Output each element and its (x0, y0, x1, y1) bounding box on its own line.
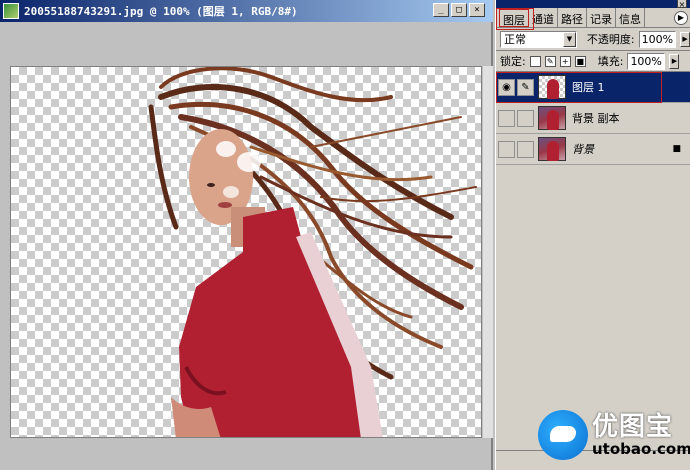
image-file-icon (3, 3, 19, 19)
eye-icon[interactable]: ◉ (498, 78, 515, 96)
watermark-cn: 优图宝 (592, 412, 674, 442)
link-toggle[interactable] (517, 109, 534, 127)
panel-menu-arrow-icon[interactable]: ▶ (674, 11, 688, 25)
link-toggle[interactable] (517, 140, 534, 158)
opacity-label: 不透明度: (586, 33, 635, 46)
layer-thumbnail (538, 106, 566, 130)
blend-mode-select[interactable]: 正常 ▼ (500, 30, 577, 48)
fill-input[interactable]: 100% (627, 52, 666, 70)
layer-thumbnail (538, 75, 566, 99)
document-window: 20055188743291.jpg @ 100% (图层 1, RGB/8#)… (0, 0, 493, 470)
layer-row-1[interactable]: ◉ ✎ 图层 1 (496, 72, 690, 103)
lock-icon: ■ (672, 144, 681, 154)
padlock-icon[interactable]: ■ (574, 55, 586, 67)
panel-close-button[interactable]: × (677, 0, 687, 9)
chevron-down-icon[interactable]: ▼ (562, 31, 576, 47)
watermark-text: 优图宝 utobao.com (592, 413, 690, 457)
minimize-button[interactable]: _ (433, 3, 449, 17)
panel-tabs: 图层 通道 路径 记录 信息 ▶ (496, 8, 690, 28)
layer-name: 图层 1 (572, 81, 605, 94)
transparency-lock-icon[interactable] (529, 55, 541, 67)
tab-layers[interactable]: 图层 (499, 9, 529, 27)
opacity-input[interactable]: 100% (638, 30, 677, 48)
layer-row-background[interactable]: 背景 ■ (496, 134, 690, 165)
close-button[interactable]: × (469, 3, 485, 17)
fill-label: 填充: (597, 55, 624, 68)
tab-info[interactable]: 信息 (616, 8, 645, 27)
document-titlebar[interactable]: 20055188743291.jpg @ 100% (图层 1, RGB/8#)… (0, 0, 493, 22)
lock-fill-row: 锁定: ✎ + ■ 填充: 100% ▶ (496, 50, 690, 72)
layers-list: ◉ ✎ 图层 1 背景 副本 背景 ■ (496, 72, 690, 450)
lock-label: 锁定: (500, 55, 526, 68)
maximize-button[interactable]: □ (451, 3, 467, 17)
watermark-url: utobao.com (592, 440, 690, 458)
layer-name: 背景 (572, 143, 594, 156)
layer-name: 背景 副本 (572, 112, 620, 125)
visibility-toggle[interactable] (498, 109, 515, 127)
opacity-slider-arrow-icon[interactable]: ▶ (680, 31, 690, 47)
visibility-toggle[interactable] (498, 140, 515, 158)
red-sweater (171, 207, 383, 437)
watermark: 优图宝 utobao.com (538, 410, 690, 460)
layer-thumbnail (538, 137, 566, 161)
tab-channels[interactable]: 通道 (529, 8, 558, 27)
tab-history[interactable]: 记录 (587, 8, 616, 27)
bird-logo-icon (538, 410, 588, 460)
window-controls: _ □ × (433, 3, 485, 17)
blend-opacity-row: 正常 ▼ 不透明度: 100% ▶ (496, 28, 690, 50)
brush-lock-icon[interactable]: ✎ (544, 55, 556, 67)
photoshop-window: 20055188743291.jpg @ 100% (图层 1, RGB/8#)… (0, 0, 690, 470)
image-canvas[interactable] (10, 66, 482, 438)
move-lock-icon[interactable]: + (559, 55, 571, 67)
brush-icon[interactable]: ✎ (517, 78, 534, 96)
blend-mode-value: 正常 (504, 33, 526, 46)
tab-paths[interactable]: 路径 (558, 8, 587, 27)
document-title: 20055188743291.jpg @ 100% (图层 1, RGB/8#) (24, 5, 298, 18)
document-workspace (2, 22, 493, 470)
fill-slider-arrow-icon[interactable]: ▶ (669, 53, 680, 69)
vertical-scrollbar[interactable] (483, 66, 493, 438)
layers-panel: × 图层 通道 路径 记录 信息 ▶ 正常 ▼ 不透明度: 100% ▶ 锁定:… (495, 0, 690, 470)
cutout-photo (148, 67, 477, 437)
panel-titlebar[interactable]: × (496, 0, 690, 9)
layer-row-background-copy[interactable]: 背景 副本 (496, 103, 690, 134)
